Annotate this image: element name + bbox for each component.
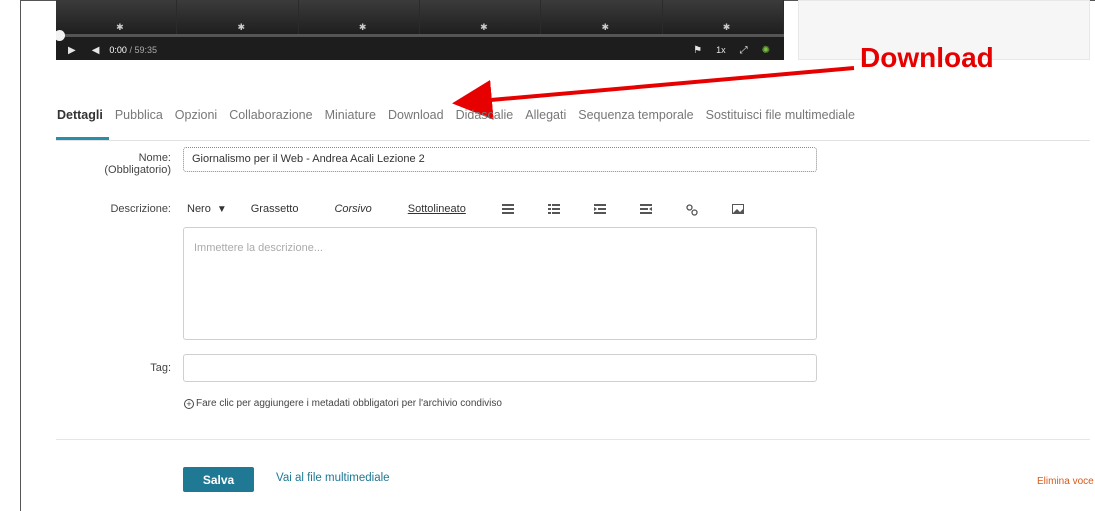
loading-icon: ✺: [761, 44, 770, 56]
video-thumbnail: ✱: [177, 0, 299, 34]
video-thumbnail: ✱: [541, 0, 663, 34]
chevron-down-icon[interactable]: ▼: [217, 204, 227, 215]
time-readout: 0:00 / 59:35: [109, 45, 157, 55]
volume-icon[interactable]: ◀: [92, 45, 100, 56]
fullscreen-icon[interactable]: ⤢: [740, 45, 748, 56]
video-thumbnail: ✱: [419, 0, 542, 34]
footer-divider: [56, 439, 1090, 440]
video-thumbnail: ✱: [298, 0, 420, 34]
tag-label: Tag:: [150, 362, 171, 374]
save-button[interactable]: Salva: [183, 467, 254, 492]
speed-button[interactable]: 1x: [716, 45, 726, 55]
tab-miniature[interactable]: Miniature: [319, 104, 382, 140]
video-thumbnails: ✱ ✱ ✱ ✱ ✱ ✱: [56, 0, 784, 34]
progress-bar[interactable]: [56, 34, 784, 37]
name-required-text: (Obbligatorio): [104, 164, 171, 176]
metadata-hint-link[interactable]: + Fare clic per aggiungere i metadati ob…: [184, 398, 502, 409]
annotation-label: Download: [860, 42, 994, 73]
tab-dettagli[interactable]: Dettagli: [56, 104, 109, 140]
tab-allegati[interactable]: Allegati: [519, 104, 572, 140]
numbered-list-icon[interactable]: [547, 204, 560, 214]
video-thumbnail: ✱: [56, 0, 178, 34]
link-icon[interactable]: [686, 204, 698, 216]
tag-input[interactable]: [183, 354, 817, 382]
bulleted-list-icon[interactable]: [501, 204, 514, 214]
tab-bar: Dettagli Pubblica Opzioni Collaborazione…: [56, 104, 861, 140]
video-thumbnail: ✱: [662, 0, 784, 34]
player-controls: ▶ ◀ 0:00 / 59:35 ⚑ 1x ⤢ ✺: [56, 40, 784, 60]
current-time: 0:00: [109, 45, 127, 55]
tab-sostituisci-file[interactable]: Sostituisci file multimediale: [700, 104, 861, 140]
play-icon[interactable]: ▶: [68, 45, 76, 56]
outdent-icon[interactable]: [639, 204, 652, 214]
tab-pubblica[interactable]: Pubblica: [109, 104, 169, 140]
duration: / 59:35: [129, 45, 157, 55]
tab-sequenza-temporale[interactable]: Sequenza temporale: [572, 104, 699, 140]
name-label: Nome: (Obbligatorio): [56, 152, 171, 176]
indent-icon[interactable]: [593, 204, 606, 214]
go-to-media-link[interactable]: Vai al file multimediale: [276, 472, 390, 484]
description-textarea[interactable]: Immettere la descrizione...: [183, 227, 817, 340]
name-label-text: Nome:: [138, 152, 171, 164]
tabs-divider: [56, 140, 1090, 141]
tab-download[interactable]: Download: [382, 104, 450, 140]
description-label: Descrizione:: [110, 203, 171, 215]
italic-button[interactable]: Corsivo: [334, 203, 371, 215]
metadata-hint-text: Fare clic per aggiungere i metadati obbl…: [196, 398, 502, 409]
name-input[interactable]: Giornalismo per il Web - Andrea Acali Le…: [183, 147, 817, 172]
flag-icon[interactable]: ⚑: [693, 45, 702, 56]
image-icon[interactable]: [731, 204, 744, 214]
plus-circle-icon: +: [184, 398, 194, 409]
tab-opzioni[interactable]: Opzioni: [169, 104, 223, 140]
bold-button[interactable]: Grassetto: [251, 203, 299, 215]
editor-toolbar: Nero ▼ Grassetto Corsivo Sottolineato: [187, 202, 778, 216]
video-player[interactable]: ✱ ✱ ✱ ✱ ✱ ✱ ▶ ◀ 0:00 / 59:35 ⚑ 1x ⤢ ✺: [56, 0, 784, 60]
color-select[interactable]: Nero: [187, 203, 211, 215]
delete-item-link[interactable]: Elimina voce: [1037, 476, 1094, 487]
underline-button[interactable]: Sottolineato: [408, 203, 466, 215]
tab-collaborazione[interactable]: Collaborazione: [223, 104, 318, 140]
tab-didascalie[interactable]: Didascalie: [450, 104, 520, 140]
